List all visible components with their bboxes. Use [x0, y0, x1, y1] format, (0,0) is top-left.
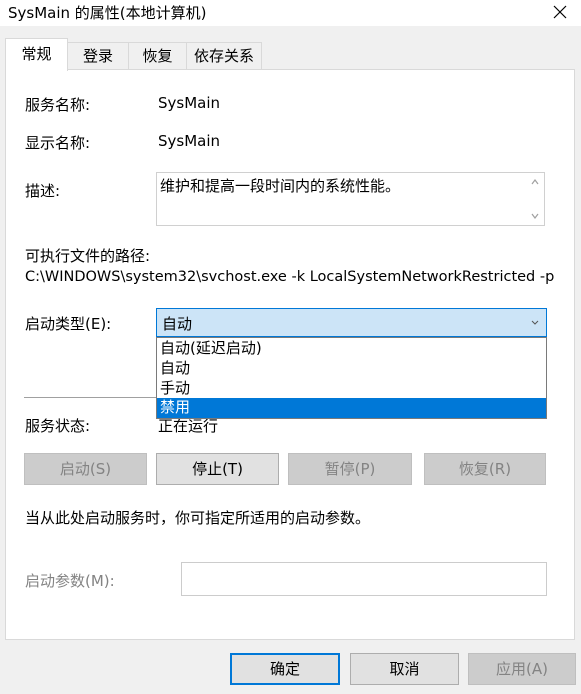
start-params-label: 启动参数(M):: [25, 572, 115, 590]
description-box[interactable]: 维护和提高一段时间内的系统性能。: [156, 172, 545, 226]
start-params-hint: 当从此处启动服务时，你可指定所适用的启动参数。: [25, 509, 371, 527]
start-button[interactable]: 启动(S): [24, 453, 147, 485]
service-name-label: 服务名称:: [25, 96, 91, 114]
close-icon: [553, 5, 567, 19]
apply-button[interactable]: 应用(A): [468, 653, 576, 685]
cancel-button[interactable]: 取消: [350, 653, 459, 685]
chevron-up-icon[interactable]: [530, 177, 540, 187]
tab-general[interactable]: 常规: [5, 38, 68, 71]
service-status-label: 服务状态:: [25, 417, 91, 435]
chevron-down-icon: [531, 320, 539, 325]
display-name-value: SysMain: [158, 132, 221, 150]
title-bar: SysMain 的属性(本地计算机): [0, 0, 581, 26]
start-params-input[interactable]: [181, 562, 547, 596]
stop-button[interactable]: 停止(T): [156, 453, 279, 485]
startup-type-dropdown: 自动(延迟启动) 自动 手动 禁用: [156, 337, 547, 419]
close-button[interactable]: [549, 2, 571, 22]
description-scrollbar[interactable]: [527, 173, 544, 225]
exe-path-label: 可执行文件的路径:: [25, 247, 151, 265]
resume-button[interactable]: 恢复(R): [424, 453, 546, 485]
divider: [24, 397, 156, 398]
tab-recovery[interactable]: 恢复: [128, 42, 187, 70]
description-label: 描述:: [25, 182, 61, 200]
ok-button[interactable]: 确定: [230, 653, 340, 685]
option-auto-delayed[interactable]: 自动(延迟启动): [157, 339, 546, 359]
startup-type-selected: 自动: [162, 315, 193, 333]
option-manual[interactable]: 手动: [157, 379, 546, 399]
option-disabled[interactable]: 禁用: [157, 398, 546, 418]
tab-logon[interactable]: 登录: [67, 42, 129, 70]
tab-bar: 常规 登录 恢复 依存关系: [0, 38, 581, 71]
startup-type-select[interactable]: 自动: [156, 308, 547, 337]
service-name-value: SysMain: [158, 94, 221, 112]
option-auto[interactable]: 自动: [157, 359, 546, 379]
display-name-label: 显示名称:: [25, 134, 91, 152]
chevron-down-icon[interactable]: [530, 211, 540, 221]
pause-button[interactable]: 暂停(P): [288, 453, 412, 485]
exe-path-value: C:\WINDOWS\system32\svchost.exe -k Local…: [25, 269, 555, 285]
startup-type-label: 启动类型(E):: [25, 315, 112, 333]
window-title: SysMain 的属性(本地计算机): [8, 4, 207, 22]
description-text: 维护和提高一段时间内的系统性能。: [160, 177, 401, 195]
tab-dependencies[interactable]: 依存关系: [186, 42, 262, 70]
